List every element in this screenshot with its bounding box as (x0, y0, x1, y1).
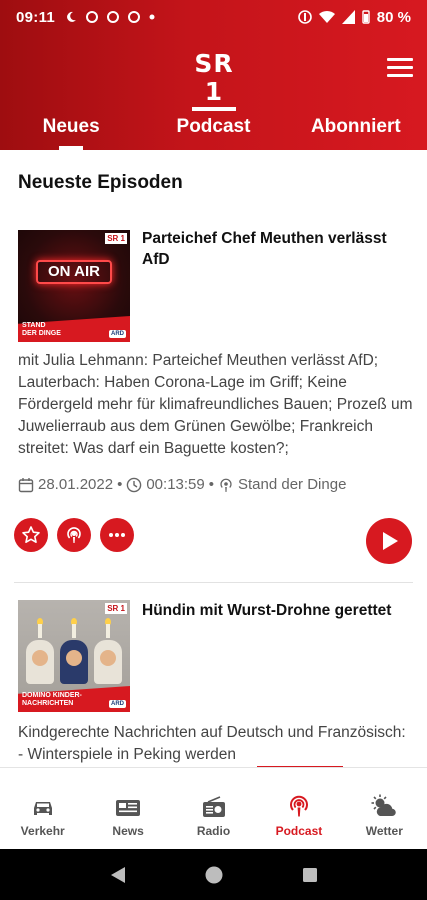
more-horizontal-icon (109, 533, 125, 537)
status-time: 09:11 (16, 8, 56, 26)
nav-podcast[interactable]: Podcast (256, 768, 341, 849)
wifi-icon (318, 10, 335, 23)
episode-title[interactable]: Parteichef Chef Meuthen verlässt AfD (142, 228, 407, 270)
vibrate-icon (297, 10, 312, 24)
divider (14, 582, 413, 583)
moon-icon (67, 11, 77, 22)
tab-neues[interactable]: Neues (0, 108, 142, 150)
episode-meta: 28.01.2022 • 00:13:59 • Stand der Dinge (18, 476, 346, 493)
menu-icon[interactable] (387, 58, 413, 78)
nav-label: News (112, 824, 144, 838)
podcast-icon (289, 795, 308, 817)
episode-actions (14, 518, 134, 552)
home-icon[interactable] (204, 865, 224, 885)
app-notification-icon (107, 11, 120, 23)
more-options-button[interactable] (100, 518, 134, 552)
more-notifications-icon (149, 14, 155, 20)
podcast-icon (220, 478, 232, 492)
tab-abonniert[interactable]: Abonniert (285, 108, 427, 150)
tab-bar: Neues Podcast Abonniert (0, 108, 427, 150)
nav-verkehr[interactable]: Verkehr (0, 768, 85, 849)
episode-duration: 00:13:59 (146, 476, 205, 493)
newspaper-icon (116, 800, 141, 816)
calendar-icon (18, 477, 34, 492)
episode-podcast-name[interactable]: Stand der Dinge (238, 476, 346, 493)
bottom-navigation: Verkehr News Radio Podcast Wetter (0, 767, 427, 849)
episode-cover[interactable]: SR 1 DOMINO KINDER- NACHRICHTEN ARD (18, 600, 130, 712)
play-button[interactable] (366, 518, 412, 564)
nav-label: Radio (196, 824, 231, 838)
app-bar: SR 1 Neues Podcast Abonniert (0, 34, 427, 150)
logo-text: SR 1 (194, 49, 234, 106)
podcast-icon (67, 527, 81, 543)
subscribe-podcast-button[interactable] (57, 518, 91, 552)
episode-title[interactable]: Hündin mit Wurst-Drohne gerettet (142, 600, 407, 621)
nav-wetter[interactable]: Wetter (342, 768, 427, 849)
app-notification-icon (128, 11, 141, 23)
play-icon (383, 532, 398, 550)
episode-description: Kindgerechte Nachrichten auf Deutsch und… (18, 724, 406, 763)
cover-badge: SR 1 (105, 603, 127, 614)
back-icon[interactable] (109, 866, 127, 884)
recents-icon[interactable] (302, 867, 318, 883)
nav-label: Podcast (275, 824, 323, 838)
tab-podcast[interactable]: Podcast (142, 108, 284, 150)
weather-icon (371, 794, 397, 817)
system-navigation-bar (0, 849, 427, 900)
signal-icon (341, 10, 355, 24)
nav-label: Wetter (365, 824, 403, 838)
cover-caption: DOMINO KINDER- NACHRICHTEN (22, 692, 82, 707)
nav-radio[interactable]: Radio (171, 768, 256, 849)
favorite-button[interactable] (14, 518, 48, 552)
cover-caption: STAND DER DINGE (22, 322, 61, 337)
episode-date: 28.01.2022 (38, 476, 114, 493)
episode-list[interactable]: Neueste Episoden SR 1 ON AIR STAND DER D… (0, 150, 427, 767)
system-indicators: 80 % (297, 8, 411, 26)
battery-level: 80 % (376, 8, 411, 26)
star-icon (22, 526, 40, 543)
sr1-logo: SR 1 (191, 50, 237, 111)
nav-news[interactable]: News (85, 768, 170, 849)
episode-description: mit Julia Lehmann: Parteichef Meuthen ve… (18, 352, 413, 457)
battery-icon (362, 10, 370, 24)
section-title: Neueste Episoden (18, 172, 183, 193)
ard-logo: ARD (109, 700, 126, 708)
cover-badge: SR 1 (105, 233, 127, 244)
car-icon (33, 802, 52, 815)
radio-icon (202, 796, 225, 817)
nav-label: Verkehr (20, 824, 65, 838)
ard-logo: ARD (109, 330, 126, 338)
status-bar: 09:11 80 % (0, 0, 427, 34)
on-air-sign: ON AIR (36, 260, 112, 284)
clock-icon (127, 477, 142, 492)
episode-cover[interactable]: SR 1 ON AIR STAND DER DINGE ARD (18, 230, 130, 342)
app-notification-icon (86, 11, 99, 23)
notification-icons (65, 11, 155, 23)
